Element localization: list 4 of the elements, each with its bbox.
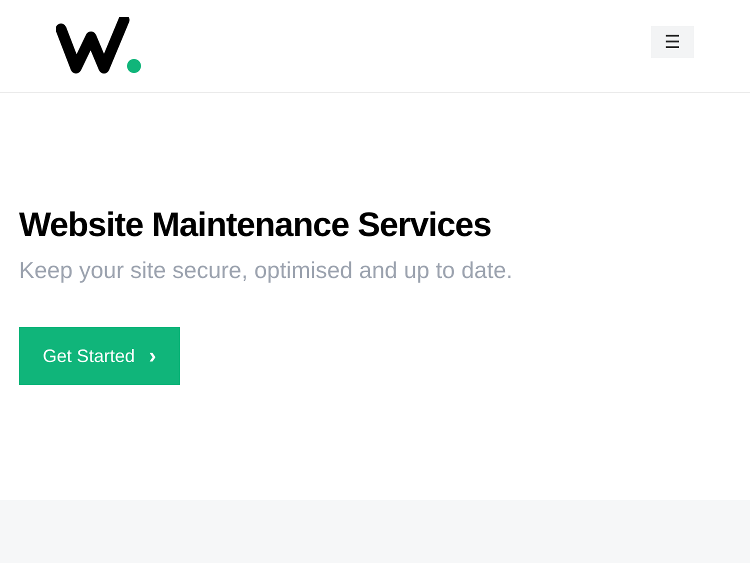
menu-button[interactable]: ☰ xyxy=(651,26,694,58)
logo-icon[interactable] xyxy=(56,16,142,74)
hero-subtitle: Keep your site secure, optimised and up to date. xyxy=(19,256,514,285)
hero-title: Website Maintenance Services xyxy=(19,205,492,245)
